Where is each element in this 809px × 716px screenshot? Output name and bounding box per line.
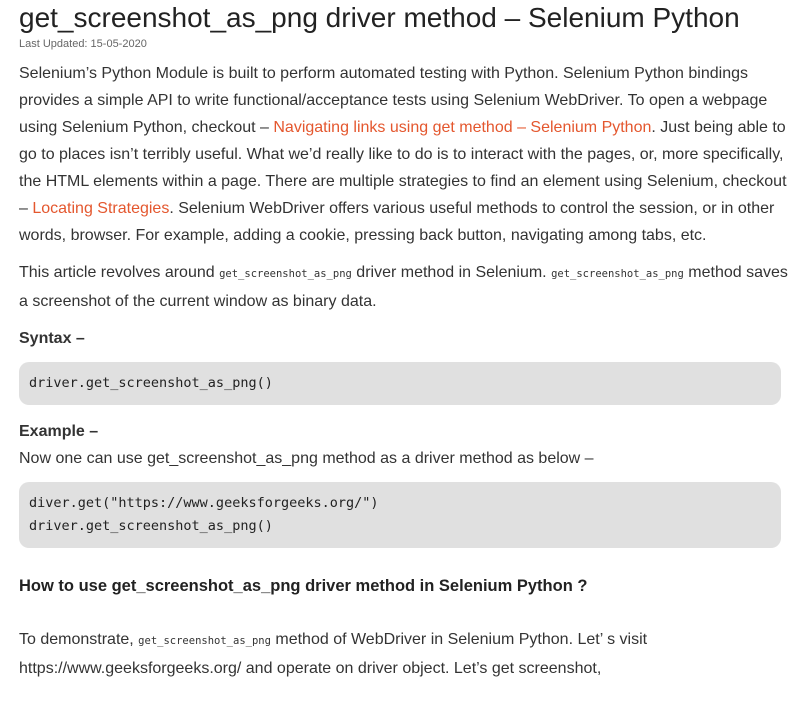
- example-text: Now one can use get_screenshot_as_png me…: [19, 450, 594, 467]
- howto-heading: How to use get_screenshot_as_png driver …: [19, 577, 588, 595]
- code-line: driver.get_screenshot_as_png(): [29, 518, 273, 534]
- page-title: get_screenshot_as_png driver method – Se…: [19, 2, 740, 33]
- example-code-block: diver.get("https://www.geeksforgeeks.org…: [19, 482, 781, 548]
- intro-paragraph: Selenium’s Python Module is built to per…: [19, 60, 790, 249]
- inline-code-method: get_screenshot_as_png: [551, 268, 684, 280]
- last-updated: Last Updated: 15-05-2020: [19, 38, 147, 50]
- locating-strategies-link[interactable]: Locating Strategies: [32, 200, 169, 217]
- demo-text-1: To demonstrate,: [19, 631, 139, 648]
- example-label: Example –: [19, 423, 99, 440]
- code-line: driver.get_screenshot_as_png(): [29, 375, 273, 391]
- about-text-2: driver method in Selenium.: [351, 264, 552, 281]
- navigating-links-link[interactable]: Navigating links using get method – Sele…: [273, 119, 651, 136]
- inline-code-method: get_screenshot_as_png: [219, 268, 352, 280]
- about-text-1: This article revolves around: [19, 264, 220, 281]
- inline-code-method: get_screenshot_as_png: [138, 635, 271, 647]
- code-line: diver.get("https://www.geeksforgeeks.org…: [29, 495, 379, 511]
- syntax-label: Syntax –: [19, 330, 85, 347]
- syntax-code-block: driver.get_screenshot_as_png(): [19, 362, 781, 405]
- article: get_screenshot_as_png driver method – Se…: [0, 0, 809, 682]
- about-paragraph: This article revolves around get_screens…: [19, 259, 790, 315]
- demo-paragraph: To demonstrate, get_screenshot_as_png me…: [19, 626, 790, 682]
